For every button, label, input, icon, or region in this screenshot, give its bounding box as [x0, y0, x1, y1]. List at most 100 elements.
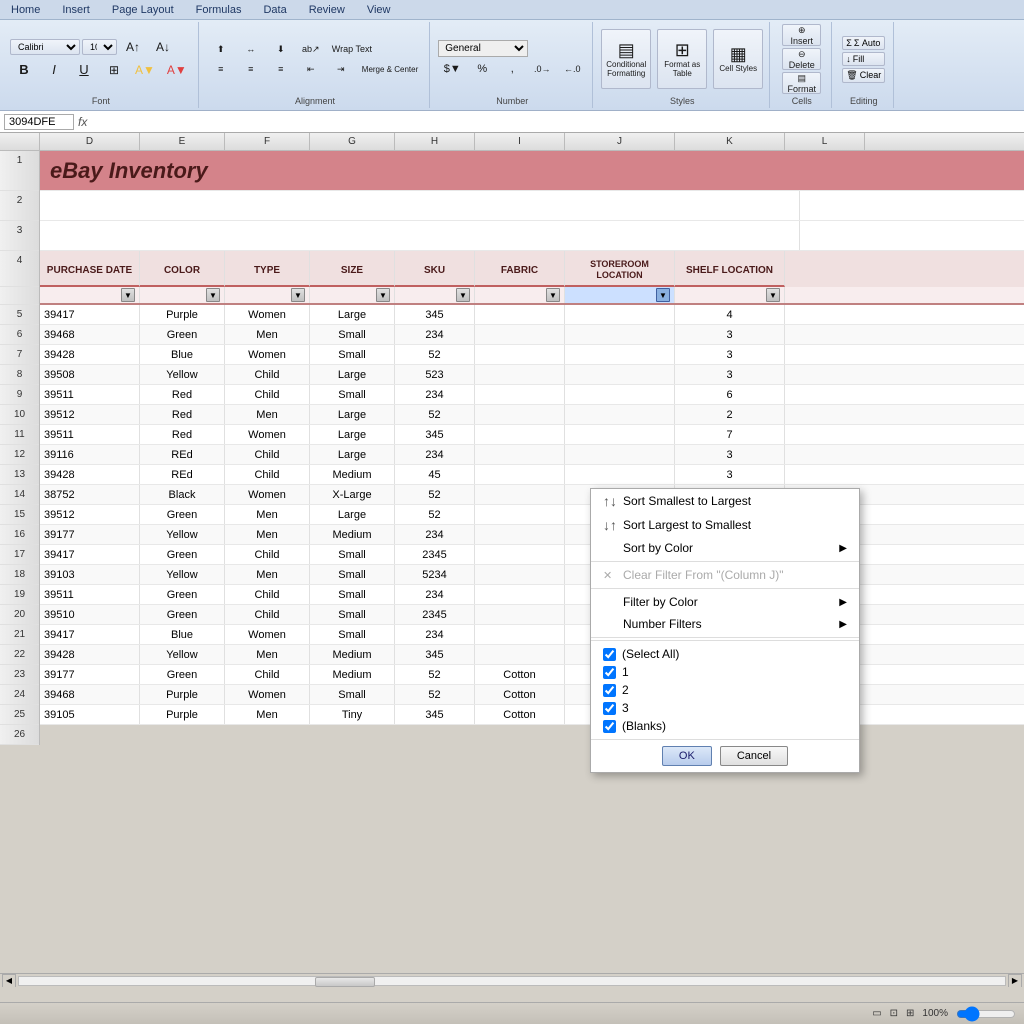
- cell-20-4[interactable]: 345: [395, 705, 475, 724]
- cell-16-0[interactable]: 39417: [40, 625, 140, 644]
- cell-14-2[interactable]: Child: [225, 585, 310, 604]
- cell-10-2[interactable]: Men: [225, 505, 310, 524]
- cell-6-6[interactable]: [565, 425, 675, 444]
- cell-5-0[interactable]: 39512: [40, 405, 140, 424]
- cell-17-3[interactable]: Medium: [310, 645, 395, 664]
- filter-select-all[interactable]: (Select All): [599, 645, 851, 663]
- cell-7-7[interactable]: 3: [675, 445, 785, 464]
- cell-17-2[interactable]: Men: [225, 645, 310, 664]
- cell-10-5[interactable]: [475, 505, 565, 524]
- cell-9-1[interactable]: Black: [140, 485, 225, 504]
- cell-1-6[interactable]: [565, 325, 675, 344]
- cell-12-0[interactable]: 39417: [40, 545, 140, 564]
- cell-7-5[interactable]: [475, 445, 565, 464]
- cell-3-0[interactable]: 39508: [40, 365, 140, 384]
- cell-9-3[interactable]: X-Large: [310, 485, 395, 504]
- col-i[interactable]: I: [475, 133, 565, 150]
- cell-1-1[interactable]: Green: [140, 325, 225, 344]
- cell-1-0[interactable]: 39468: [40, 325, 140, 344]
- comma-btn[interactable]: ,: [498, 60, 526, 78]
- cell-5-2[interactable]: Men: [225, 405, 310, 424]
- cell-6-4[interactable]: 345: [395, 425, 475, 444]
- cell-7-4[interactable]: 234: [395, 445, 475, 464]
- filter-btn-date[interactable]: ▼: [121, 288, 135, 302]
- checkbox-val-2[interactable]: [603, 684, 616, 697]
- cell-13-3[interactable]: Small: [310, 565, 395, 584]
- cell-2-5[interactable]: [475, 345, 565, 364]
- cell-19-2[interactable]: Women: [225, 685, 310, 704]
- cell-16-2[interactable]: Women: [225, 625, 310, 644]
- cell-12-5[interactable]: [475, 545, 565, 564]
- cell-6-2[interactable]: Women: [225, 425, 310, 444]
- filter-btn-color[interactable]: ▼: [206, 288, 220, 302]
- checkbox-val-3[interactable]: [603, 702, 616, 715]
- cell-8-0[interactable]: 39428: [40, 465, 140, 484]
- cell-0-1[interactable]: Purple: [140, 305, 225, 324]
- filter-val-1[interactable]: 1: [599, 663, 851, 681]
- cell-15-4[interactable]: 2345: [395, 605, 475, 624]
- cell-11-4[interactable]: 234: [395, 525, 475, 544]
- italic-btn[interactable]: I: [40, 59, 68, 80]
- sort-desc-item[interactable]: ↓↑ Sort Largest to Smallest: [591, 513, 859, 537]
- filter-btn-shelf[interactable]: ▼: [766, 288, 780, 302]
- font-size-select[interactable]: 10: [82, 39, 117, 55]
- cell-14-3[interactable]: Small: [310, 585, 395, 604]
- cell-9-5[interactable]: [475, 485, 565, 504]
- cell-18-3[interactable]: Medium: [310, 665, 395, 684]
- cell-19-1[interactable]: Purple: [140, 685, 225, 704]
- cell-8-2[interactable]: Child: [225, 465, 310, 484]
- filter-color-item[interactable]: Filter by Color ▶: [591, 591, 859, 613]
- col-d[interactable]: D: [40, 133, 140, 150]
- filter-color[interactable]: ▼: [140, 287, 225, 303]
- sort-color-item[interactable]: Sort by Color ▶: [591, 537, 859, 559]
- cell-11-0[interactable]: 39177: [40, 525, 140, 544]
- cell-9-0[interactable]: 38752: [40, 485, 140, 504]
- cell-2-3[interactable]: Small: [310, 345, 395, 364]
- cell-7-0[interactable]: 39116: [40, 445, 140, 464]
- cell-0-2[interactable]: Women: [225, 305, 310, 324]
- cell-12-3[interactable]: Small: [310, 545, 395, 564]
- cell-4-7[interactable]: 6: [675, 385, 785, 404]
- cell-13-1[interactable]: Yellow: [140, 565, 225, 584]
- bold-btn[interactable]: B: [10, 59, 38, 80]
- cell-2-2[interactable]: Women: [225, 345, 310, 364]
- format-btn[interactable]: ▤ Format: [782, 72, 821, 94]
- sort-asc-item[interactable]: ↑↓ Sort Smallest to Largest: [591, 489, 859, 513]
- cell-11-3[interactable]: Medium: [310, 525, 395, 544]
- cell-15-5[interactable]: [475, 605, 565, 624]
- filter-purchase-date[interactable]: ▼: [40, 287, 140, 303]
- cell-styles-btn[interactable]: ▦ Cell Styles: [713, 29, 763, 89]
- cell-15-3[interactable]: Small: [310, 605, 395, 624]
- cell-16-1[interactable]: Blue: [140, 625, 225, 644]
- cell-1-3[interactable]: Small: [310, 325, 395, 344]
- cell-6-7[interactable]: 7: [675, 425, 785, 444]
- font-name-select[interactable]: Calibri: [10, 39, 80, 55]
- col-k[interactable]: K: [675, 133, 785, 150]
- cell-0-5[interactable]: [475, 305, 565, 324]
- filter-shelf[interactable]: ▼: [675, 287, 785, 303]
- tab-page-layout[interactable]: Page Layout: [101, 0, 185, 19]
- cell-20-3[interactable]: Tiny: [310, 705, 395, 724]
- cell-14-4[interactable]: 234: [395, 585, 475, 604]
- cell-5-7[interactable]: 2: [675, 405, 785, 424]
- checkbox-select-all[interactable]: [603, 648, 616, 661]
- cell-7-3[interactable]: Large: [310, 445, 395, 464]
- tab-review[interactable]: Review: [298, 0, 356, 19]
- cell-15-1[interactable]: Green: [140, 605, 225, 624]
- filter-type[interactable]: ▼: [225, 287, 310, 303]
- cell-4-0[interactable]: 39511: [40, 385, 140, 404]
- cell-8-4[interactable]: 45: [395, 465, 475, 484]
- cell-4-3[interactable]: Small: [310, 385, 395, 404]
- cell-14-1[interactable]: Green: [140, 585, 225, 604]
- cell-17-5[interactable]: [475, 645, 565, 664]
- cell-9-2[interactable]: Women: [225, 485, 310, 504]
- cell-3-2[interactable]: Child: [225, 365, 310, 384]
- checkbox-blanks[interactable]: [603, 720, 616, 733]
- empty-cell-1[interactable]: [40, 191, 800, 220]
- align-middle-btn[interactable]: ↔: [237, 41, 265, 58]
- cell-17-1[interactable]: Yellow: [140, 645, 225, 664]
- font-color-btn[interactable]: A▼: [162, 60, 192, 80]
- cell-5-3[interactable]: Large: [310, 405, 395, 424]
- scroll-left-btn[interactable]: ◀: [2, 974, 16, 988]
- decimal-decrease-btn[interactable]: ←.0: [558, 61, 586, 77]
